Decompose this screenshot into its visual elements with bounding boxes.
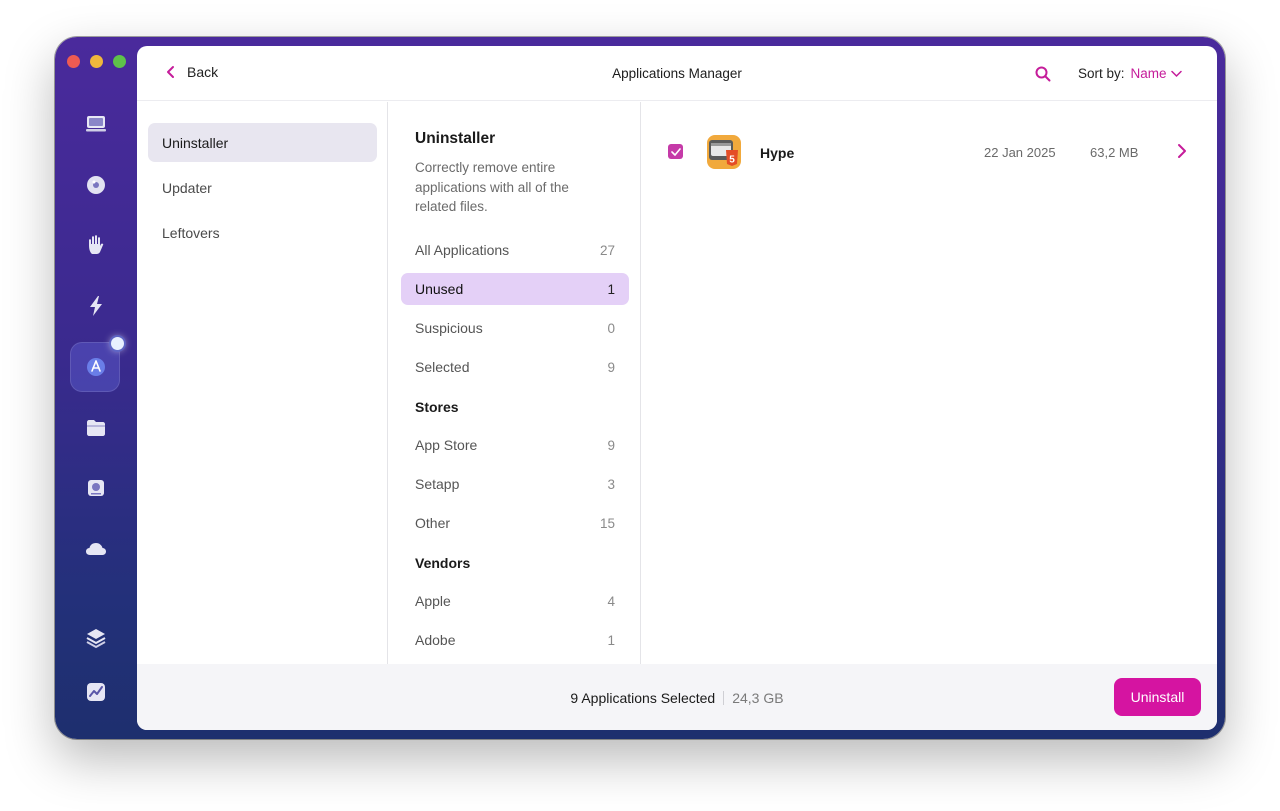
filter-label: Apple [415, 593, 451, 609]
chevron-down-icon [1170, 70, 1182, 77]
filter-selected[interactable]: Selected 9 [401, 351, 629, 383]
app-name: Hype [760, 145, 795, 161]
filter-column: Uninstaller Correctly remove entire appl… [389, 102, 641, 664]
hype-app-icon: 5 [707, 135, 741, 169]
nav-item-uninstaller[interactable]: Uninstaller [148, 123, 377, 162]
app-date: 22 Jan 2025 [984, 145, 1056, 160]
section-title: Uninstaller [415, 130, 496, 147]
filter-label: App Store [415, 437, 478, 453]
close-window-button[interactable] [67, 55, 80, 68]
checkmark-icon [670, 147, 681, 156]
filter-setapp[interactable]: Setapp 3 [401, 468, 629, 500]
shredder-icon[interactable] [82, 474, 110, 502]
filter-count: 9 [607, 359, 615, 375]
filter-label: Adobe [415, 632, 456, 648]
sort-dropdown[interactable]: Name [1131, 66, 1182, 81]
filter-count: 1 [607, 632, 615, 648]
app-window: Back Applications Manager Sort by: Name … [55, 37, 1225, 739]
app-checkbox[interactable] [668, 144, 683, 159]
nav-item-updater[interactable]: Updater [148, 168, 377, 207]
list-item[interactable]: 5 Hype 22 Jan 2025 63,2 MB [642, 124, 1217, 174]
selected-size: 24,3 GB [732, 690, 784, 706]
monitor-icon[interactable] [82, 110, 110, 138]
filter-app-store[interactable]: App Store 9 [401, 429, 629, 461]
applications-icon[interactable] [82, 353, 110, 381]
lightning-speed-icon[interactable] [82, 292, 110, 320]
app-list: 5 Hype 22 Jan 2025 63,2 MB [642, 102, 1217, 664]
page-title: Applications Manager [612, 66, 742, 81]
filter-label: Unused [415, 281, 464, 297]
selection-summary: 9 Applications Selected 24,3 GB [137, 690, 1217, 706]
chevron-right-icon[interactable] [1176, 142, 1188, 160]
filter-count: 15 [599, 515, 615, 531]
minimize-window-button[interactable] [90, 55, 103, 68]
filter-label: Suspicious [415, 320, 483, 336]
filter-label: All Applications [415, 242, 510, 258]
filter-adobe[interactable]: Adobe 1 [401, 624, 629, 656]
hand-privacy-icon[interactable] [82, 231, 110, 259]
top-bar: Back Applications Manager Sort by: Name [137, 46, 1217, 101]
search-icon[interactable] [1034, 65, 1052, 83]
filter-count: 27 [599, 242, 615, 258]
svg-text:5: 5 [729, 155, 735, 166]
filter-count: 0 [607, 320, 615, 336]
filter-apple[interactable]: Apple 4 [401, 585, 629, 617]
filter-label: Setapp [415, 476, 460, 492]
stores-heading: Stores [415, 399, 459, 415]
vendors-heading: Vendors [415, 555, 471, 571]
section-description: Correctly remove entire applications wit… [415, 160, 569, 214]
sort-value: Name [1130, 66, 1167, 81]
selected-count: 9 Applications Selected [570, 690, 716, 706]
filter-count: 9 [607, 437, 615, 453]
app-size: 63,2 MB [1090, 145, 1139, 160]
cloud-icon[interactable] [82, 535, 110, 563]
bottom-bar: 9 Applications Selected 24,3 GB Uninstall [137, 664, 1217, 730]
filter-count: 4 [607, 593, 615, 609]
filter-other[interactable]: Other 15 [401, 507, 629, 539]
folder-icon[interactable] [82, 414, 110, 442]
filter-label: Selected [415, 359, 470, 375]
disk-cleanup-icon[interactable] [82, 171, 110, 199]
filter-label: Other [415, 515, 451, 531]
sort-label: Sort by: [1078, 66, 1125, 81]
filter-all-applications[interactable]: All Applications 27 [401, 234, 629, 266]
sort-control: Sort by: Name [1078, 66, 1182, 81]
chart-icon[interactable] [82, 678, 110, 706]
main-panel: Back Applications Manager Sort by: Name … [137, 46, 1217, 730]
filter-count: 3 [607, 476, 615, 492]
divider [723, 691, 725, 705]
layers-icon[interactable] [82, 624, 110, 652]
update-badge [111, 337, 124, 350]
section-nav: Uninstaller Updater Leftovers [137, 102, 388, 664]
uninstall-button[interactable]: Uninstall [1114, 678, 1201, 716]
filter-count: 1 [607, 281, 615, 297]
filter-unused[interactable]: Unused 1 [401, 273, 629, 305]
zoom-window-button[interactable] [113, 55, 126, 68]
filter-suspicious[interactable]: Suspicious 0 [401, 312, 629, 344]
nav-item-leftovers[interactable]: Leftovers [148, 213, 377, 252]
